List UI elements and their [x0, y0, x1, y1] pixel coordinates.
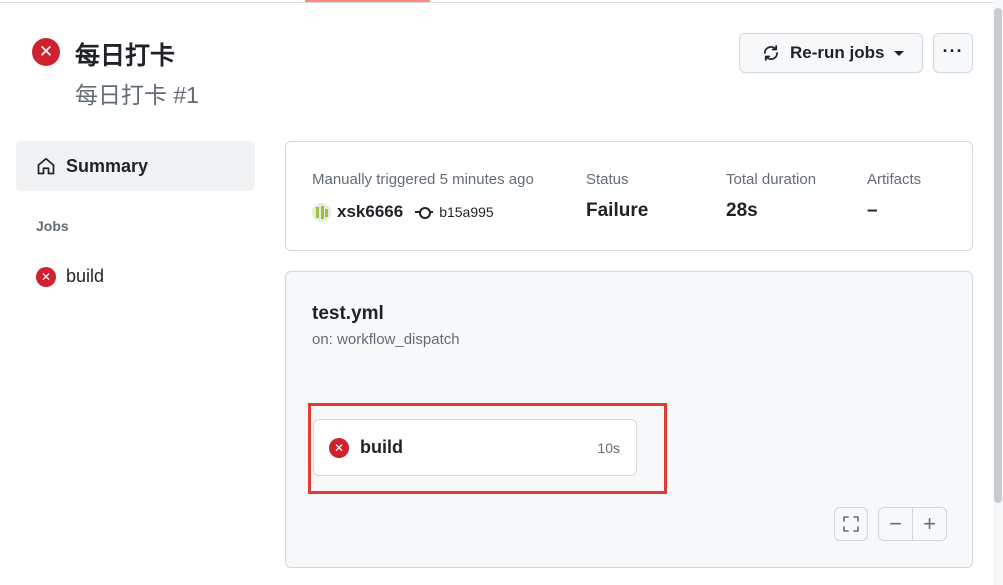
- duration-label: Total duration: [726, 171, 817, 188]
- artifacts-value: –: [867, 200, 878, 221]
- home-icon: [37, 157, 55, 175]
- scrollbar-thumb[interactable]: [994, 8, 1002, 503]
- sidebar-item-label: Summary: [66, 155, 149, 176]
- more-options-button[interactable]: ···: [933, 33, 973, 73]
- actor-row: xsk6666 b15a995: [312, 202, 494, 222]
- jobs-heading: Jobs: [36, 218, 69, 234]
- job-node-build[interactable]: ✕ build 10s: [313, 419, 637, 476]
- plus-icon: +: [923, 511, 936, 536]
- zoom-controls: − +: [878, 507, 947, 541]
- fullscreen-button[interactable]: [834, 507, 868, 541]
- screen-full-icon: [843, 516, 859, 532]
- sync-icon: [763, 45, 779, 61]
- dash-icon: −: [889, 511, 902, 536]
- caret-down-icon: [894, 50, 905, 56]
- run-title: 每日打卡: [75, 42, 176, 70]
- header-divider: [0, 2, 1003, 3]
- rerun-jobs-label: Re-run jobs: [790, 43, 885, 62]
- x-circle-icon: ✕: [36, 266, 56, 287]
- run-subtitle: 每日打卡 #1: [75, 82, 199, 108]
- scrollbar[interactable]: [993, 0, 1003, 585]
- duration-value: 28s: [726, 200, 758, 221]
- status-value: Failure: [586, 200, 649, 221]
- git-commit-icon: [415, 206, 434, 219]
- workflow-trigger: on: workflow_dispatch: [312, 331, 460, 348]
- run-summary-card: Manually triggered 5 minutes ago xsk6666…: [285, 141, 973, 251]
- job-name: build: [360, 437, 403, 457]
- sidebar-item-label: build: [66, 266, 105, 286]
- artifacts-label: Artifacts: [867, 171, 922, 188]
- trigger-label: Manually triggered 5 minutes ago: [312, 171, 534, 188]
- status-label: Status: [586, 171, 629, 188]
- zoom-out-button[interactable]: −: [879, 508, 913, 540]
- commit-link[interactable]: b15a995: [439, 204, 494, 220]
- sidebar-item-build[interactable]: ✕ build: [36, 266, 104, 287]
- x-circle-icon: ✕: [32, 38, 60, 66]
- x-circle-icon: ✕: [329, 437, 349, 458]
- zoom-in-button[interactable]: +: [913, 508, 946, 540]
- rerun-jobs-button[interactable]: Re-run jobs: [739, 33, 923, 73]
- job-duration: 10s: [597, 440, 620, 456]
- actor-link[interactable]: xsk6666: [337, 202, 403, 222]
- sidebar-item-summary[interactable]: Summary: [16, 141, 255, 191]
- workflow-file-name: test.yml: [312, 303, 384, 324]
- avatar: [312, 202, 331, 222]
